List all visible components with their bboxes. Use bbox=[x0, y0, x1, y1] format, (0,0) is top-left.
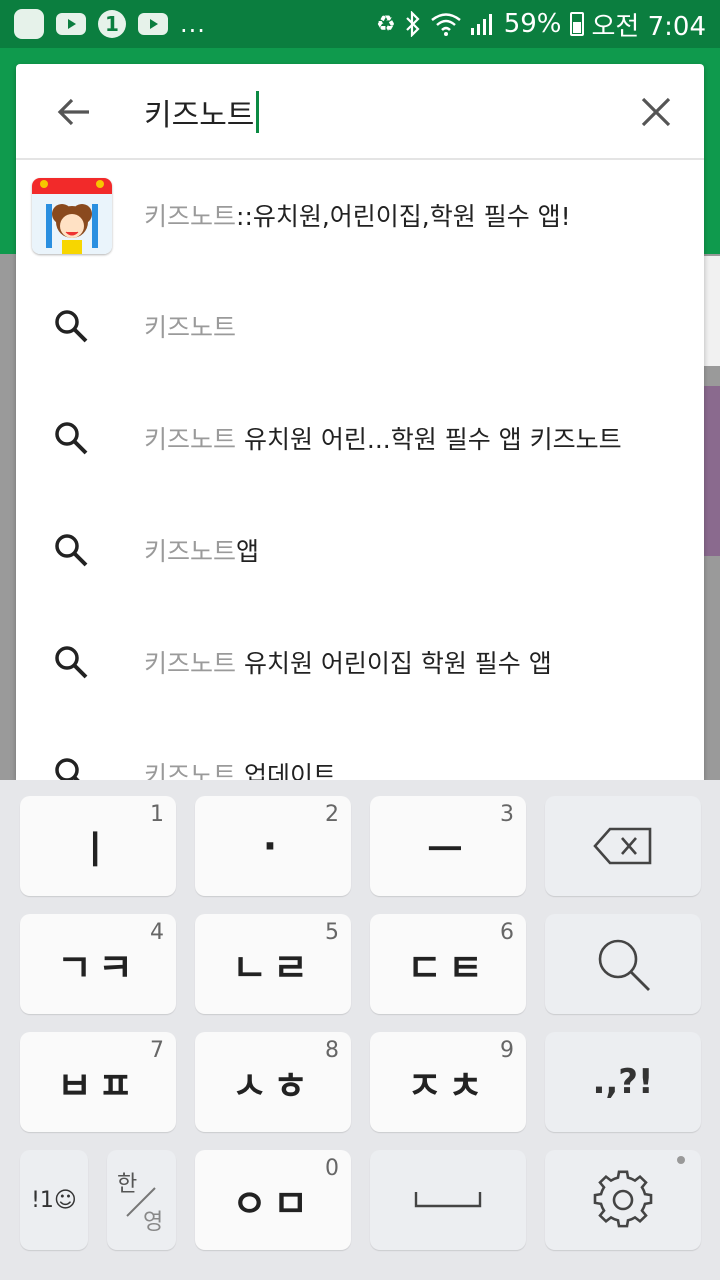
key-i-vowel[interactable]: 1 ㅣ bbox=[20, 796, 176, 896]
query-suggestion[interactable]: 키즈노트앱 bbox=[16, 494, 704, 606]
key-o-m[interactable]: 0 ㅇㅁ bbox=[195, 1150, 351, 1250]
key-eu-vowel[interactable]: 3 ㅡ bbox=[370, 796, 526, 896]
query-suggestion-text: 키즈노트앱 bbox=[144, 537, 260, 566]
recycle-icon: ♻ bbox=[375, 11, 396, 37]
signal-icon bbox=[470, 14, 492, 35]
key-j-ch[interactable]: 9 ㅈㅊ bbox=[370, 1032, 526, 1132]
arrow-left-icon bbox=[57, 98, 89, 126]
app-suggestion-title: 키즈노트::유치원,어린이집,학원 필수 앱! bbox=[144, 202, 571, 231]
search-icon bbox=[50, 305, 92, 347]
background-image bbox=[704, 386, 720, 556]
key-d-t[interactable]: 6 ㄷㅌ bbox=[370, 914, 526, 1014]
bluetooth-icon bbox=[405, 11, 420, 37]
punctuation-key[interactable]: .,?! bbox=[545, 1032, 701, 1132]
close-icon bbox=[641, 97, 671, 127]
search-icon bbox=[50, 417, 92, 459]
search-panel: 키즈노트 키즈노트::유치원,어린이집,학원 필수 앱! 키즈노트 키즈노트 유… bbox=[16, 64, 704, 780]
query-suggestion-text: 키즈노트 bbox=[144, 313, 237, 342]
query-suggestion-text: 키즈노트 유치원 어린이집 학원 필수 앱 bbox=[144, 649, 552, 678]
youtube-icon bbox=[138, 13, 168, 35]
search-key[interactable] bbox=[545, 914, 701, 1014]
query-suggestion[interactable]: 키즈노트 업데이트 bbox=[16, 718, 704, 780]
key-n-r[interactable]: 5 ㄴㄹ bbox=[195, 914, 351, 1014]
notification-icons: 1 ... bbox=[14, 9, 206, 39]
wifi-icon bbox=[430, 13, 461, 36]
screen: 1 ... ♻ 59% 오전 7:04 키즈노트 키즈노트::유치원,어린이집,… bbox=[0, 0, 720, 1280]
key-g-k[interactable]: 4 ㄱㅋ bbox=[20, 914, 176, 1014]
settings-dot-indicator bbox=[677, 1156, 685, 1164]
status-bar: 1 ... ♻ 59% 오전 7:04 bbox=[0, 0, 720, 48]
settings-key[interactable] bbox=[545, 1150, 701, 1250]
app-notification-icon bbox=[14, 9, 44, 39]
search-icon bbox=[50, 753, 92, 780]
search-icon bbox=[598, 939, 650, 991]
query-suggestion[interactable]: 키즈노트 bbox=[16, 270, 704, 382]
background-card bbox=[704, 256, 720, 366]
kidsnote-app-icon bbox=[32, 178, 112, 254]
clear-button[interactable] bbox=[634, 90, 678, 134]
search-bar: 키즈노트 bbox=[16, 64, 704, 160]
query-suggestion[interactable]: 키즈노트 유치원 어린...학원 필수 앱 키즈노트 bbox=[16, 382, 704, 494]
gear-icon bbox=[593, 1170, 653, 1228]
number-one-icon: 1 bbox=[98, 10, 126, 38]
query-suggestion-text: 키즈노트 유치원 어린...학원 필수 앱 키즈노트 bbox=[144, 425, 622, 454]
app-suggestion[interactable]: 키즈노트::유치원,어린이집,학원 필수 앱! bbox=[16, 160, 704, 270]
search-input[interactable]: 키즈노트 bbox=[144, 86, 624, 138]
more-notifications-indicator: ... bbox=[180, 10, 206, 38]
keyboard: 1 ㅣ 2 · 3 ㅡ 4 ㄱㅋ 5 ㄴㄹ 6 ㄷㅌ 7 ㅂㅍ 8 ㅅㅎ 9 ㅈ… bbox=[0, 780, 720, 1280]
search-query-text: 키즈노트 bbox=[144, 98, 255, 133]
search-icon bbox=[50, 529, 92, 571]
key-dot-vowel[interactable]: 2 · bbox=[195, 796, 351, 896]
clock: 오전 7:04 bbox=[591, 11, 707, 42]
text-caret bbox=[256, 91, 260, 133]
key-b-p[interactable]: 7 ㅂㅍ bbox=[20, 1032, 176, 1132]
space-bar-icon bbox=[414, 1192, 482, 1208]
query-suggestion-text: 키즈노트 업데이트 bbox=[144, 761, 336, 780]
search-icon bbox=[50, 641, 92, 683]
symbols-key[interactable]: !1☺ bbox=[20, 1150, 88, 1250]
backspace-icon bbox=[593, 827, 652, 865]
key-s-h[interactable]: 8 ㅅㅎ bbox=[195, 1032, 351, 1132]
battery-icon bbox=[569, 12, 584, 36]
suggestion-list: 키즈노트::유치원,어린이집,학원 필수 앱! 키즈노트 키즈노트 유치원 어린… bbox=[16, 160, 704, 780]
language-toggle-key[interactable]: 한 영 bbox=[107, 1150, 176, 1250]
youtube-icon bbox=[56, 13, 86, 35]
system-icons: ♻ 59% 오전 7:04 bbox=[376, 6, 706, 43]
back-button[interactable] bbox=[50, 92, 98, 132]
space-key[interactable] bbox=[370, 1150, 526, 1250]
query-suggestion[interactable]: 키즈노트 유치원 어린이집 학원 필수 앱 bbox=[16, 606, 704, 718]
battery-percent: 59% bbox=[503, 9, 562, 39]
backspace-key[interactable] bbox=[545, 796, 701, 896]
